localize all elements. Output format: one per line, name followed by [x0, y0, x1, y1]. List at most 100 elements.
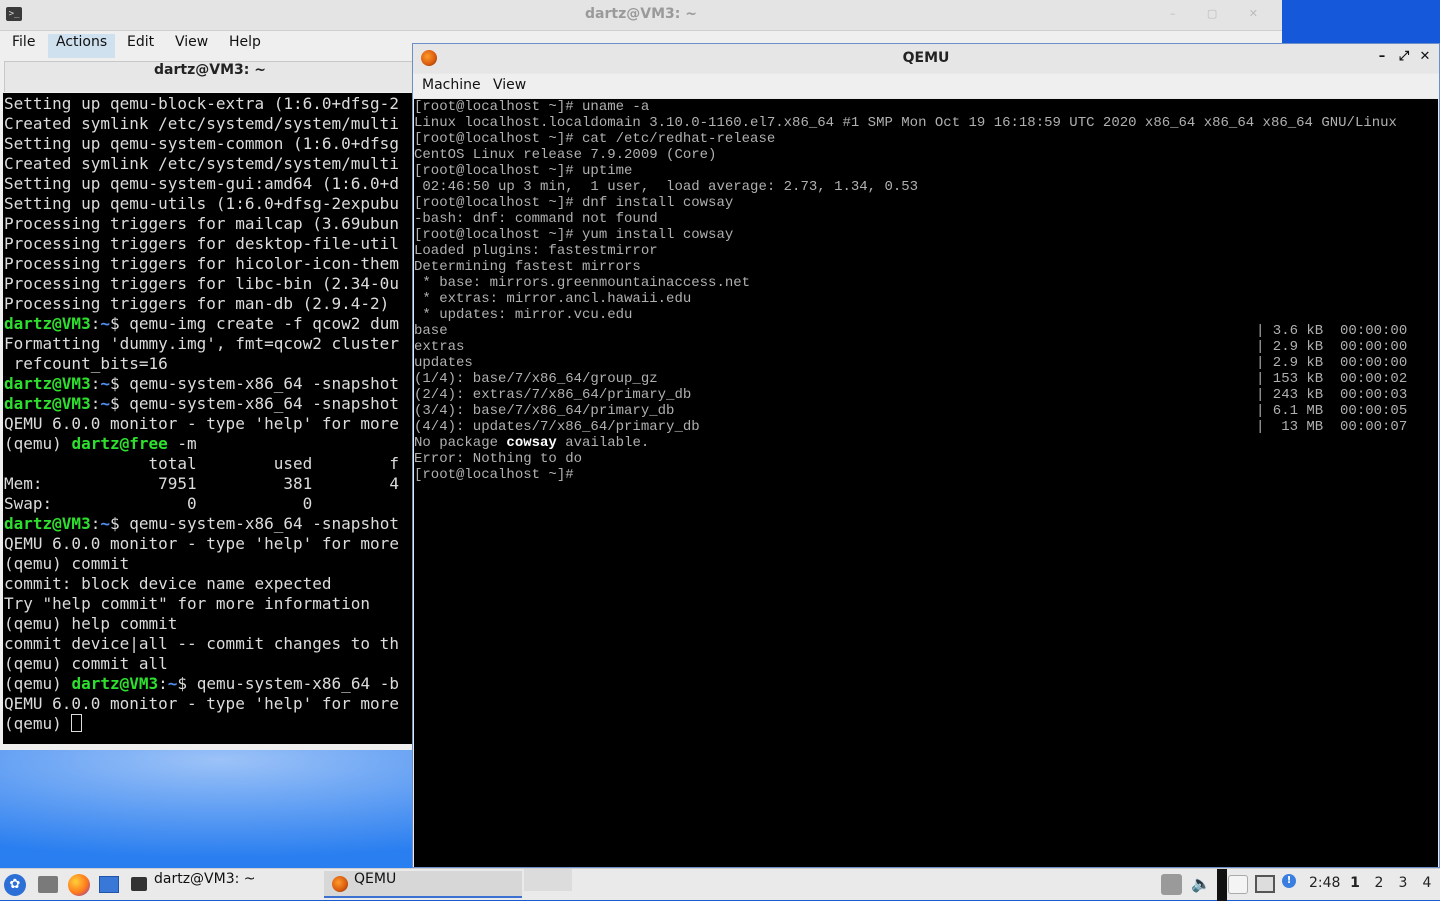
qemu-titlebar[interactable]: QEMU – ⤢ ✕	[413, 44, 1439, 73]
terminal-icon	[131, 877, 147, 891]
menu-actions[interactable]: Actions	[48, 34, 116, 58]
volume-icon[interactable]: 🔈	[1191, 874, 1211, 894]
terminal-line: (qemu)	[4, 714, 413, 734]
terminal-line: Processing triggers for hicolor-icon-the…	[4, 254, 413, 274]
clipboard-icon[interactable]	[1228, 875, 1248, 894]
console-text: * extras: mirror.ancl.hawaii.edu	[414, 291, 692, 307]
line-text: Mem: 7951 381 4	[4, 474, 399, 493]
console-line: Linux localhost.localdomain 3.10.0-1160.…	[414, 115, 1438, 131]
terminal-line: Processing triggers for libc-bin (2.34-0…	[4, 274, 413, 294]
prompt-path: ~	[100, 514, 110, 533]
terminal-line: Try "help commit" for more information	[4, 594, 413, 614]
terminal-line: dartz@VM3:~$ qemu-system-x86_64 -snapsho…	[4, 374, 413, 394]
workspace-1[interactable]: 1	[1346, 875, 1364, 891]
task-terminal-label: dartz@VM3: ~	[154, 871, 256, 887]
terminal-cursor	[71, 714, 83, 732]
terminal-titlebar[interactable]: >_ dartz@VM3: ~ – ▢ ✕	[0, 0, 1282, 31]
console-text: CentOS Linux release 7.9.2009 (Core)	[414, 147, 717, 163]
terminal-line: (qemu) help commit	[4, 614, 413, 634]
prompt-path: ~	[100, 314, 110, 333]
line-text: Processing triggers for desktop-file-uti…	[4, 234, 399, 253]
qemu-window: QEMU – ⤢ ✕ Machine View [root@localhost …	[412, 43, 1440, 868]
line-text: Setting up qemu-utils (1:6.0+dfsg-2expub…	[4, 194, 399, 213]
task-placeholder	[524, 869, 572, 891]
console-line: Error: Nothing to do	[414, 451, 1438, 467]
minimize-button[interactable]: –	[1373, 49, 1391, 67]
console-text: base	[414, 323, 448, 339]
download-progress: | 2.9 kB 00:00:00	[1256, 339, 1408, 355]
terminal-line: Setting up qemu-block-extra (1:6.0+dfsg-…	[4, 94, 413, 114]
line-text: $ qemu-system-x86_64 -snapshot	[109, 514, 399, 533]
terminal-line: Mem: 7951 381 4	[4, 474, 413, 494]
menu-view[interactable]: View	[167, 34, 216, 58]
terminal-line: QEMU 6.0.0 monitor - type 'help' for mor…	[4, 414, 413, 434]
firefox-icon[interactable]	[68, 874, 90, 896]
console-tail: available.	[556, 435, 650, 451]
qemu-guest-console[interactable]: [root@localhost ~]# uname -a Linux localh…	[414, 99, 1438, 867]
monitor-icon[interactable]	[1255, 875, 1275, 893]
tray-separator	[1217, 869, 1227, 901]
line-text: Processing triggers for mailcap (3.69ubu…	[4, 214, 399, 233]
prompt-separator: :	[90, 514, 101, 533]
menu-file[interactable]: File	[4, 34, 43, 58]
console-line: * base: mirrors.greenmountainaccess.net	[414, 275, 1438, 291]
download-progress: | 243 kB 00:00:03	[1256, 387, 1408, 403]
prompt-user: dartz@free	[71, 434, 168, 453]
line-text: $ qemu-img create -f qcow2 dum	[109, 314, 399, 333]
console-text: * base: mirrors.greenmountainaccess.net	[414, 275, 751, 291]
line-text: (qemu) commit	[4, 554, 130, 573]
task-terminal[interactable]: dartz@VM3: ~	[126, 871, 322, 898]
line-text: QEMU 6.0.0 monitor - type 'help' for mor…	[4, 534, 399, 553]
console-text: 02:46:50 up 3 min, 1 user, load average:…	[414, 179, 919, 195]
workspace-3[interactable]: 3	[1394, 875, 1412, 891]
terminal-output[interactable]: Setting up qemu-block-extra (1:6.0+dfsg-…	[3, 93, 413, 744]
terminal-line: (qemu) dartz@free -m	[4, 434, 413, 454]
terminal-tab[interactable]: dartz@VM3: ~	[4, 61, 416, 92]
close-button[interactable]: ✕	[1416, 49, 1434, 67]
menu-edit[interactable]: Edit	[119, 34, 162, 58]
download-progress: | 13 MB 00:00:07	[1256, 419, 1408, 435]
terminal-line: (qemu) commit all	[4, 654, 413, 674]
clock[interactable]: 2:48	[1309, 875, 1340, 891]
console-line: [root@localhost ~]# cat /etc/redhat-rele…	[414, 131, 1438, 147]
console-text: * updates: mirror.vcu.edu	[414, 307, 633, 323]
show-desktop-icon[interactable]	[99, 876, 119, 893]
download-progress: | 2.9 kB 00:00:00	[1256, 355, 1408, 371]
terminal-line: dartz@VM3:~$ qemu-img create -f qcow2 du…	[4, 314, 413, 334]
prompt-path: ~	[167, 674, 178, 693]
line-text: Processing triggers for libc-bin (2.34-0…	[4, 274, 399, 293]
terminal-lines: Setting up qemu-block-extra (1:6.0+dfsg-…	[3, 93, 413, 734]
console-text: extras	[414, 339, 465, 355]
terminal-line: dartz@VM3:~$ qemu-system-x86_64 -snapsho…	[4, 394, 413, 414]
tray-box-icon[interactable]	[1161, 874, 1182, 895]
menu-view[interactable]: View	[493, 77, 526, 93]
start-menu-icon[interactable]: ✿	[4, 874, 26, 896]
workspace-4[interactable]: 4	[1418, 875, 1436, 891]
menu-help[interactable]: Help	[221, 34, 269, 58]
workspace-2[interactable]: 2	[1370, 875, 1388, 891]
console-line: Loaded plugins: fastestmirror	[414, 243, 1438, 259]
terminal-window-controls[interactable]: – ▢ ✕	[1170, 7, 1272, 20]
console-text: Error: Nothing to do	[414, 451, 583, 467]
qemu-window-title: QEMU	[902, 50, 950, 66]
console-line: (2/4): extras/7/x86_64/primary_db | 243 k…	[414, 387, 1438, 403]
prompt-user: dartz@VM3	[4, 514, 91, 533]
menu-machine[interactable]: Machine	[422, 77, 481, 93]
line-text: Setting up qemu-block-extra (1:6.0+dfsg-…	[4, 94, 399, 113]
console-text: [root@localhost ~]# uptime	[414, 163, 633, 179]
terminal-line: (qemu) dartz@VM3:~$ qemu-system-x86_64 -…	[4, 674, 413, 694]
line-text: commit device|all -- commit changes to t…	[4, 634, 399, 653]
console-line: [root@localhost ~]# uname -a	[414, 99, 1438, 115]
prompt-separator: :	[90, 394, 101, 413]
console-line: [root@localhost ~]#	[414, 467, 1438, 483]
file-manager-icon[interactable]	[38, 876, 58, 893]
console-text: (4/4): updates/7/x86_64/primary_db	[414, 419, 700, 435]
task-qemu[interactable]: QEMU	[324, 871, 522, 898]
console-highlight: cowsay	[506, 435, 557, 451]
line-text: Formatting 'dummy.img', fmt=qcow2 cluste…	[4, 334, 399, 353]
terminal-line: Created symlink /etc/systemd/system/mult…	[4, 114, 413, 134]
info-icon[interactable]: !	[1282, 874, 1296, 888]
maximize-button[interactable]: ⤢	[1395, 49, 1413, 67]
console-line: CentOS Linux release 7.9.2009 (Core)	[414, 147, 1438, 163]
terminal-line: Processing triggers for man-db (2.9.4-2)	[4, 294, 413, 314]
